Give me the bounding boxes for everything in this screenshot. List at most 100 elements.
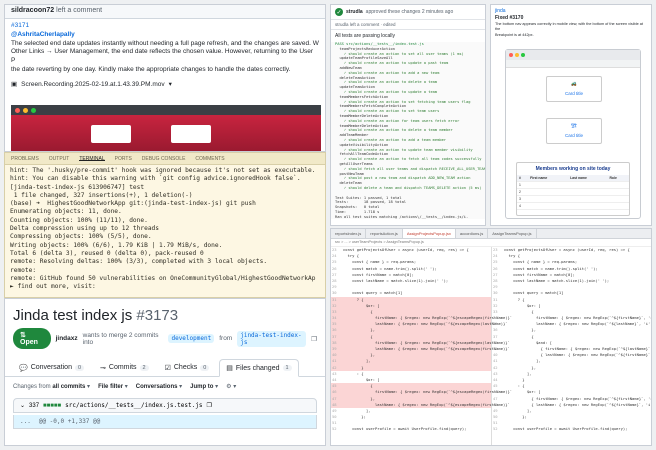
chevron-down-icon[interactable]: ▾ (169, 81, 172, 90)
table-body: 1234 (517, 181, 629, 210)
close-dot-icon (509, 53, 513, 57)
tab-checks[interactable]: ☑ Checks 0 (159, 359, 216, 376)
terminal-tab-terminal[interactable]: TERMINAL (79, 156, 105, 162)
code-text: ], (504, 407, 532, 413)
base-branch[interactable]: development (168, 334, 215, 343)
gear-icon[interactable]: ⚙ ▾ (226, 383, 236, 390)
code-text: ? { (343, 296, 364, 302)
comment-line: the date reverting by one day. Kindly ma… (11, 65, 291, 73)
review-message: All tests are passing locally (335, 33, 396, 39)
test-output-line: ✓ should delete a team and dispatch TEAM… (335, 185, 482, 190)
code-text: const getProjectsOfUser = async (userId,… (504, 247, 630, 252)
file-path[interactable]: src/actions/__tests__/index.js.test.js (65, 402, 202, 409)
table-cell (607, 181, 629, 189)
line-number: 52 (493, 426, 498, 432)
head-branch[interactable]: jinda-test-index-js (237, 330, 307, 347)
code-text: const firstName = match[0]; (504, 271, 575, 277)
line-count: 337 (29, 402, 40, 409)
terminal-tabs: PROBLEMS OUTPUT TERMINAL PORTS DEBUG CONSOLE… (5, 153, 325, 165)
code-text: { lastName: { $regex: new RegExp(`^${fir… (540, 352, 652, 358)
terminal-line: ► find out more, visit: (10, 283, 96, 291)
terminal-tab-debug-console[interactable]: DEBUG CONSOLE (142, 156, 186, 162)
expand-icon[interactable]: ... (20, 418, 31, 425)
terminal-line: Counting objects: 100% (11/11), done. (10, 216, 148, 224)
editor-tab[interactable]: AssignProjectsPopup.jsx (402, 229, 456, 238)
editor-tab[interactable]: reportsIndex.js (331, 229, 367, 238)
tab-label: Commits (108, 364, 137, 371)
copy-icon[interactable]: ❐ (311, 335, 317, 343)
breadcrumb: src > ... > userTeamProjects > AssignTea… (331, 239, 651, 247)
tab-label: Conversation (30, 364, 72, 371)
approval-header: ✓ strudla approved these changes 2 minut… (331, 5, 485, 20)
editor-tab[interactable]: reportsAction.js (366, 229, 403, 238)
code-text: $or: [ (504, 302, 541, 308)
jump-to-dropdown[interactable]: Jump to ▾ (190, 383, 218, 390)
comment-body: #3171 @AshritaCherlapally The selected e… (5, 19, 325, 92)
changes-from-label: Changes from (13, 384, 51, 390)
conversations-dropdown[interactable]: Conversations ▾ (136, 383, 182, 390)
terminal-tab-comments[interactable]: COMMENTS (195, 156, 224, 162)
code-text: try { (504, 253, 521, 259)
video-attachment[interactable]: ▣ Screen.Recording.2025-02-19.at.1.43.39… (11, 81, 319, 90)
comment-line: The bottom nav appears correctly in mobi… (495, 22, 643, 32)
terminal-tab-output[interactable]: OUTPUT (49, 156, 70, 162)
card-title: Card title (564, 91, 583, 96)
video-card (171, 125, 211, 143)
changes-from-dropdown[interactable]: Changes from all commits ▾ (13, 383, 90, 390)
code-text: const match = name.trim().split(' '); (504, 265, 598, 271)
tab-count: 0 (200, 364, 210, 371)
table-cell: 3 (517, 195, 529, 203)
tab-count: 2 (139, 364, 149, 371)
code-text: const match = name.trim().split(' '); (343, 265, 437, 271)
video-player[interactable] (11, 105, 321, 151)
checks-icon: ☑ (164, 364, 171, 372)
pr-tabs: 💬 Conversation 0 ⊸ Commits 2 ☑ Checks 0 … (5, 353, 325, 377)
table-cell: 2 (517, 188, 529, 196)
tab-files-changed[interactable]: ▤ Files changed 1 (219, 359, 299, 377)
table-row: 4 (517, 202, 629, 210)
copy-icon[interactable]: ❐ (206, 402, 211, 409)
terminal-line: remote: Resolving deltas: 100% (3/3), co… (10, 258, 268, 266)
pr-status-text: Open (20, 339, 38, 346)
code-text: }, (343, 352, 376, 358)
close-dot-icon (15, 107, 20, 113)
terminal-tab-problems[interactable]: PROBLEMS (11, 156, 39, 162)
video-filename[interactable]: Screen.Recording.2025-02-19.at.1.43.39.P… (21, 81, 164, 90)
comment-line: Breakpoint is at 442px. (495, 32, 534, 37)
editor-tab[interactable]: accordions.js (456, 229, 489, 238)
chevron-down-icon[interactable]: ⌄ (20, 402, 25, 409)
card[interactable]: 🚜 Card title (546, 76, 602, 102)
diff-right: 23 const getProjectsOfUser = async (userI… (492, 247, 652, 445)
approver[interactable]: strudla (346, 9, 363, 15)
browser-chrome (506, 50, 640, 60)
table-cell (528, 181, 569, 189)
code-text: firstName: { $regex: new RegExp(`^${esca… (343, 389, 513, 395)
terminal-tab-ports[interactable]: PORTS (115, 156, 132, 162)
terminal-line: Writing objects: 100% (6/6), 1.79 KiB | … (10, 241, 223, 249)
comment-author[interactable]: jinda (495, 8, 647, 15)
code-text: { lastName: { $regex: new RegExp(`^${fir… (504, 401, 652, 407)
card[interactable]: 🏗 Card title (546, 118, 602, 144)
user-mention[interactable]: @AshritaCherlapally (11, 31, 319, 40)
diff-left: 23 const getProjectsOfUser = async (userI… (331, 247, 512, 445)
issue-link[interactable]: #3171 (11, 22, 319, 31)
code-text: ], (343, 407, 371, 413)
code-text: const { name } = req.params; (343, 259, 417, 265)
comment-author[interactable]: sildracoon72 (11, 7, 54, 14)
tab-commits[interactable]: ⊸ Commits 2 (94, 359, 155, 376)
table-cell (568, 181, 608, 189)
tab-conversation[interactable]: 💬 Conversation 0 (13, 359, 90, 376)
check-icon: ✓ (335, 8, 343, 16)
members-table-card: Members working on site today # First nam… (516, 162, 630, 216)
editor-tab[interactable]: AssignTeamsPopup.js (488, 229, 537, 238)
review-subheader: strudla left a comment · edited (331, 20, 485, 30)
excavator-icon: 🚜 (571, 81, 577, 86)
code-diff-panel: reportsIndex.js reportsAction.js AssignPro… (330, 228, 652, 446)
issue-fixed: Fixed #3170 (495, 15, 524, 21)
code-text: }; (343, 414, 366, 420)
comment-action: left a comment (56, 7, 103, 14)
pr-author[interactable]: jindaxz (56, 335, 78, 342)
file-filter-dropdown[interactable]: File filter ▾ (98, 383, 128, 390)
screenshot-collage: sildracoon72 left a comment #3171 @Ashri… (0, 0, 656, 450)
code-text: const lastName = match.slice(1).join(' '… (343, 277, 449, 283)
